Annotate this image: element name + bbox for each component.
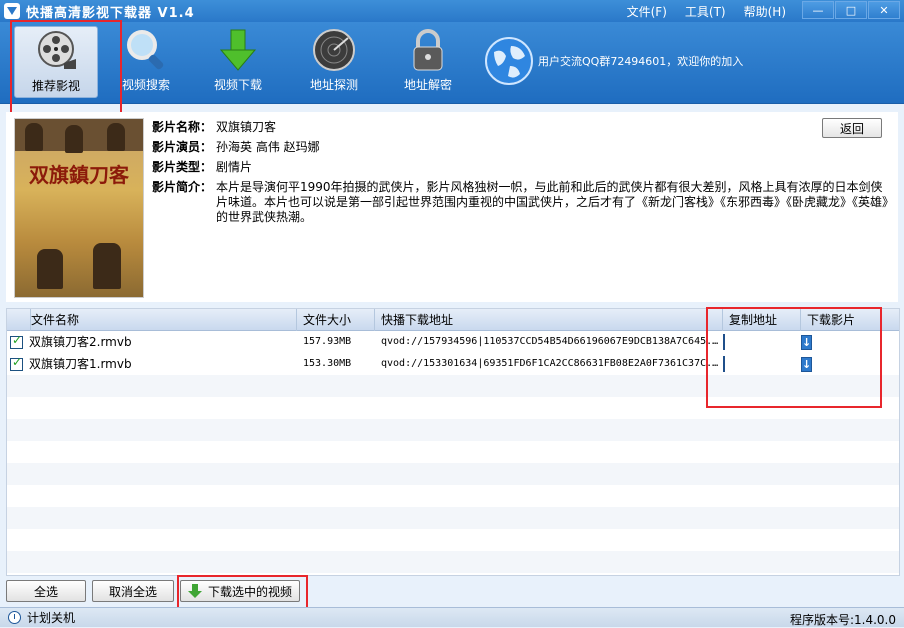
movie-intro-row: 影片简介： 本片是导演何平1990年拍摄的武侠片，影片风格独树一帜，与此前和此后… xyxy=(152,180,892,225)
movie-detail-panel: 双旗鎮刀客 影片名称： 双旗镇刀客 影片演员： 孙海英 高伟 赵玛娜 影片类型：… xyxy=(6,112,898,302)
movie-poster: 双旗鎮刀客 xyxy=(14,118,144,298)
movie-actors: 孙海英 高伟 赵玛娜 xyxy=(216,140,320,154)
app-logo-icon xyxy=(4,3,20,19)
status-bar: 计划关机 程序版本号:1.4.0.0 xyxy=(0,607,904,627)
movie-name-label: 影片名称： xyxy=(152,120,213,134)
download-movie-cell: ↓ xyxy=(801,335,879,350)
movie-info: 影片名称： 双旗镇刀客 影片演员： 孙海英 高伟 赵玛娜 影片类型： 剧情片 影… xyxy=(152,120,892,230)
title-bar: 快播高清影视下载器 V1.4 文件(F) 工具(T) 帮助(H) — □ ✕ xyxy=(0,0,904,22)
empty-row xyxy=(7,529,899,551)
tab-address-probe[interactable]: 地址探测 xyxy=(292,26,376,98)
movie-intro-label: 影片简介： xyxy=(152,180,213,194)
header-copy-url[interactable]: 复制地址 xyxy=(723,308,801,331)
empty-row xyxy=(7,507,899,529)
poster-figure xyxy=(93,243,121,289)
empty-row xyxy=(7,397,899,419)
movie-name: 双旗镇刀客 xyxy=(216,120,277,134)
community-text: 用户交流QQ群72494601，欢迎你的加入 xyxy=(538,55,744,68)
download-movie-cell: ↓ xyxy=(801,357,879,372)
movie-intro: 本片是导演何平1990年拍摄的武侠片，影片风格独树一帜，与此前和此后的武侠片都有… xyxy=(216,180,889,224)
header-file-size[interactable]: 文件大小 xyxy=(297,308,375,331)
menu-help[interactable]: 帮助(H) xyxy=(744,3,786,20)
deselect-all-button[interactable]: 取消全选 xyxy=(92,580,174,602)
row-checkbox[interactable] xyxy=(10,333,23,349)
tab-video-download-label: 视频下载 xyxy=(213,78,262,92)
download-movie-icon[interactable]: ↓ xyxy=(801,357,813,372)
download-selected-button[interactable]: 下载选中的视频 xyxy=(180,580,300,602)
movie-type-label: 影片类型： xyxy=(152,160,213,174)
version-label: 程序版本号:1.4.0.0 xyxy=(789,613,896,627)
copy-url-icon[interactable] xyxy=(723,356,725,372)
file-size: 153.30MB xyxy=(303,358,352,369)
tab-address-decrypt[interactable]: 地址解密 xyxy=(386,26,470,98)
select-all-button[interactable]: 全选 xyxy=(6,580,86,602)
movie-type-row: 影片类型： 剧情片 xyxy=(152,160,892,175)
copy-url-cell xyxy=(723,334,801,350)
empty-row xyxy=(7,375,899,397)
tab-address-decrypt-label: 地址解密 xyxy=(403,78,452,92)
magnifier-icon xyxy=(127,30,164,70)
padlock-icon xyxy=(413,29,443,71)
table-row[interactable]: 双旗镇刀客2.rmvb 157.93MB qvod://157934596|11… xyxy=(7,331,899,353)
copy-url-cell xyxy=(723,356,801,372)
tab-recommend[interactable]: 推荐影视 xyxy=(14,26,98,98)
poster-figure xyxy=(65,125,83,153)
poster-title: 双旗鎮刀客 xyxy=(29,163,129,187)
movie-actors-row: 影片演员： 孙海英 高伟 赵玛娜 xyxy=(152,140,892,155)
table-row[interactable]: 双旗镇刀客1.rmvb 153.30MB qvod://153301634|69… xyxy=(7,353,899,375)
empty-row xyxy=(7,463,899,485)
download-movie-icon[interactable]: ↓ xyxy=(801,335,813,350)
poster-photo-strip xyxy=(15,119,143,153)
header-file-name[interactable]: 文件名称 xyxy=(31,308,297,331)
maximize-button[interactable]: □ xyxy=(835,1,867,19)
poster-figure xyxy=(107,123,125,151)
file-table: 文件名称 文件大小 快播下载地址 复制地址 下载影片 双旗镇刀客2.rmvb 1… xyxy=(6,308,900,576)
schedule-shutdown[interactable]: 计划关机 xyxy=(27,609,75,626)
movie-actors-label: 影片演员： xyxy=(152,140,213,154)
menu-tools[interactable]: 工具(T) xyxy=(685,3,726,20)
globe-icon xyxy=(485,37,533,85)
app-title: 快播高清影视下载器 V1.4 xyxy=(26,5,195,21)
empty-row xyxy=(7,485,899,507)
poster-figure xyxy=(25,123,43,151)
header-check-col xyxy=(7,308,31,331)
header-download-url[interactable]: 快播下载地址 xyxy=(375,308,723,331)
download-arrow-icon xyxy=(187,584,202,598)
download-url[interactable]: qvod://153301634|69351FD6F1CA2CC86631FB0… xyxy=(375,353,723,375)
poster-figure xyxy=(37,249,63,289)
tab-video-download[interactable]: 视频下载 xyxy=(196,26,280,98)
row-checkbox[interactable] xyxy=(10,355,23,371)
movie-name-row: 影片名称： 双旗镇刀客 xyxy=(152,120,892,135)
minimize-button[interactable]: — xyxy=(802,1,834,19)
file-name: 双旗镇刀客1.rmvb xyxy=(29,357,132,371)
movie-type: 剧情片 xyxy=(216,160,253,174)
tab-address-probe-label: 地址探测 xyxy=(309,78,358,92)
download-selected-label: 下载选中的视频 xyxy=(207,584,292,599)
community-info: 用户交流QQ群72494601，欢迎你的加入 xyxy=(484,36,743,86)
tab-video-search-label: 视频搜索 xyxy=(121,78,170,92)
tab-recommend-label: 推荐影视 xyxy=(31,79,80,93)
download-url[interactable]: qvod://157934596|110537CCD54B54D66196067… xyxy=(375,331,723,353)
empty-row xyxy=(7,419,899,441)
radar-icon xyxy=(313,29,355,71)
file-size: 157.93MB xyxy=(303,336,352,347)
download-arrow-icon xyxy=(219,29,257,71)
table-body: 双旗镇刀客2.rmvb 157.93MB qvod://157934596|11… xyxy=(7,331,899,573)
file-name: 双旗镇刀客2.rmvb xyxy=(29,335,132,349)
copy-url-icon[interactable] xyxy=(723,334,725,350)
menu-file[interactable]: 文件(F) xyxy=(627,3,667,20)
window-controls: — □ ✕ xyxy=(801,1,900,19)
back-button[interactable]: 返回 xyxy=(822,118,882,138)
tab-video-search[interactable]: 视频搜索 xyxy=(104,26,188,98)
header-download-movie[interactable]: 下载影片 xyxy=(801,309,879,331)
empty-row xyxy=(7,551,899,573)
film-reel-icon xyxy=(38,31,76,69)
table-header: 文件名称 文件大小 快播下载地址 复制地址 下载影片 xyxy=(7,308,899,331)
menu-bar: 文件(F) 工具(T) 帮助(H) xyxy=(609,0,786,22)
close-button[interactable]: ✕ xyxy=(868,1,900,19)
clock-icon[interactable] xyxy=(8,611,21,624)
main-toolbar: 推荐影视 视频搜索 视频下载 地址探测 地址解密 用户交流QQ群72494601… xyxy=(0,22,904,104)
empty-row xyxy=(7,441,899,463)
